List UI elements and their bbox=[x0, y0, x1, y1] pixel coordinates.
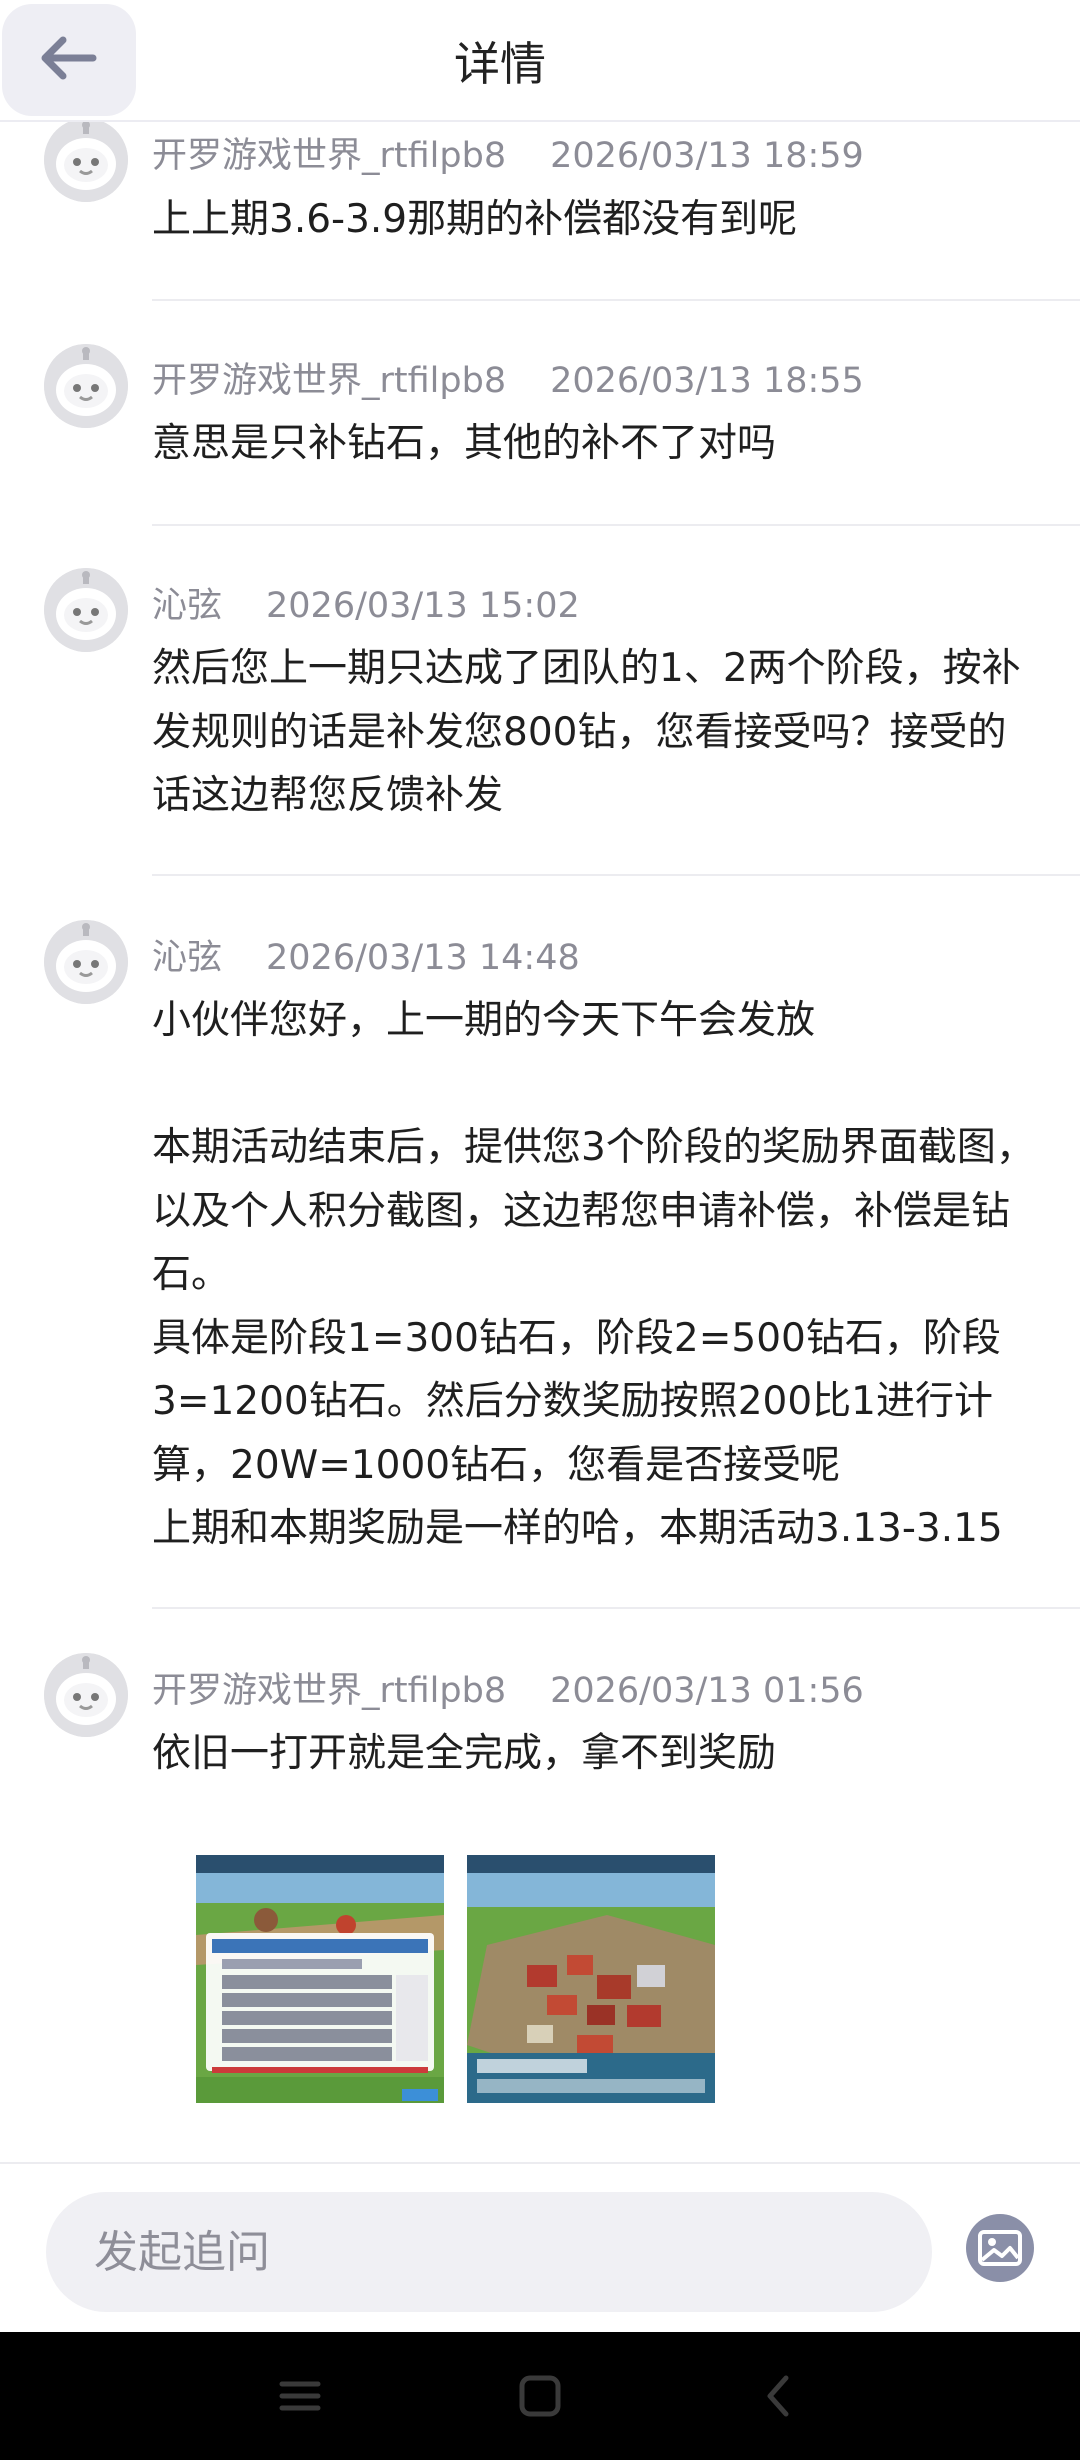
message-meta: 沁弦 2026/03/13 15:02 bbox=[152, 577, 580, 628]
avatar[interactable] bbox=[44, 920, 128, 1004]
message-text: 然后您上一期只达成了团队的1、2两个阶段，按补发规则的话是补发您800钻，您看接… bbox=[152, 646, 1021, 818]
divider bbox=[152, 874, 1080, 876]
recent-apps-button[interactable] bbox=[270, 2366, 330, 2426]
avatar[interactable] bbox=[44, 1653, 128, 1737]
author-name: 沁弦 bbox=[152, 586, 223, 626]
timestamp: 2026/03/13 18:59 bbox=[550, 136, 864, 176]
author-name: 开罗游戏世界_rtfilpb8 bbox=[152, 1671, 507, 1711]
image-upload-button[interactable] bbox=[964, 2212, 1036, 2288]
timestamp: 2026/03/13 01:56 bbox=[550, 1671, 864, 1711]
timestamp: 2026/03/13 14:48 bbox=[266, 938, 580, 978]
image-upload-icon bbox=[964, 2214, 1036, 2288]
home-square-icon bbox=[519, 2375, 561, 2417]
system-back-button[interactable] bbox=[750, 2366, 810, 2426]
divider bbox=[152, 1607, 1080, 1609]
chevron-left-icon bbox=[767, 2375, 789, 2417]
author-name: 开罗游戏世界_rtfilpb8 bbox=[152, 136, 507, 176]
message-thread[interactable]: 开罗游戏世界_rtfilpb8 2026/03/13 18:59 上上期3.6-3… bbox=[0, 0, 1080, 2160]
message-text: 小伙伴您好，上一期的今天下午会发放 本期活动结束后，提供您3个阶段的奖励界面截图… bbox=[152, 998, 1035, 1551]
message-meta: 开罗游戏世界_rtfilpb8 2026/03/13 18:59 bbox=[152, 127, 864, 178]
divider bbox=[152, 524, 1080, 526]
top-app-bar: 详情 bbox=[0, 0, 1080, 122]
message-meta: 开罗游戏世界_rtfilpb8 2026/03/13 18:55 bbox=[152, 352, 864, 403]
author-name: 开罗游戏世界_rtfilpb8 bbox=[152, 361, 507, 401]
home-button[interactable] bbox=[510, 2366, 570, 2426]
followup-input[interactable] bbox=[46, 2192, 932, 2312]
timestamp: 2026/03/13 18:55 bbox=[550, 361, 864, 401]
message-meta: 开罗游戏世界_rtfilpb8 2026/03/13 01:56 bbox=[152, 1662, 864, 1713]
avatar[interactable] bbox=[44, 568, 128, 652]
divider bbox=[152, 299, 1080, 301]
page-title: 详情 bbox=[454, 37, 546, 91]
composer-bar bbox=[0, 2162, 1080, 2332]
message-text: 上上期3.6-3.9那期的补偿都没有到呢 bbox=[152, 197, 798, 242]
message-text: 依旧一打开就是全完成，拿不到奖励 bbox=[152, 1731, 777, 1776]
timestamp: 2026/03/13 15:02 bbox=[266, 586, 580, 626]
attachment-thumbnail[interactable] bbox=[467, 1855, 715, 2103]
author-name: 沁弦 bbox=[152, 938, 223, 978]
menu-icon bbox=[279, 2381, 321, 2411]
message-text: 意思是只补钻石，其他的补不了对吗 bbox=[152, 421, 777, 466]
attachment-thumbnail[interactable] bbox=[196, 1855, 444, 2103]
message-meta: 沁弦 2026/03/13 14:48 bbox=[152, 929, 580, 980]
avatar[interactable] bbox=[44, 118, 128, 202]
system-nav-bar bbox=[0, 2332, 1080, 2460]
avatar[interactable] bbox=[44, 344, 128, 428]
